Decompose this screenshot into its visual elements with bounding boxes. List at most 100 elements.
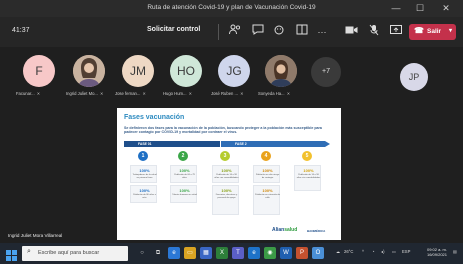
stage-description: Trabajadores de la salud en primera líne… [132, 174, 157, 179]
stage-description: Población de 16 a 59 años sin comorbilid… [296, 174, 321, 179]
stage-box: 100% Población en alto riesgo de contagi… [253, 165, 280, 183]
edge-browser-icon[interactable]: e [248, 247, 260, 259]
stage-percent: 100% [303, 168, 314, 173]
edge-app-icon[interactable]: e [168, 247, 180, 259]
slide-title: Fases vacunación [124, 114, 185, 121]
stage-number: 1 [138, 151, 148, 161]
share-screen-icon[interactable] [388, 24, 404, 40]
participants-strip: F Facunar... ✕ Ingrid Juliet Mo... ✕ JM … [0, 47, 463, 106]
close-window-button[interactable]: ✕ [437, 1, 455, 16]
stage-number: 3 [220, 151, 230, 161]
participant-name: Facunar... ✕ [16, 91, 41, 96]
stage-column: 1 100% Trabajadores de la salud en prime… [129, 151, 158, 229]
participant-name: Jose fernan... ✕ [115, 91, 147, 96]
participant-name: José Ruben ... ✕ [211, 91, 244, 96]
more-actions-button[interactable]: ··· [314, 24, 330, 40]
stage-percent: 100% [179, 188, 190, 193]
participant-tile[interactable]: JG José Ruben ... ✕ [211, 51, 257, 104]
maximize-button[interactable]: ☐ [411, 1, 429, 16]
stage-percent: 100% [139, 168, 150, 173]
mic-off-icon: ✕ [187, 91, 193, 96]
meeting-timer: 41:37 [12, 27, 30, 34]
leave-meeting-button[interactable]: ☎ Salir ▾ [409, 24, 456, 40]
network-icon[interactable]: ◔ [372, 249, 375, 254]
shared-slide: Fases vacunación Se definieron dos fases… [117, 108, 341, 240]
notifications-icon[interactable]: ▤ [453, 249, 457, 254]
mic-off-icon: ✕ [98, 91, 104, 96]
stage-box: 100% Población de 60 a 79 años [170, 165, 197, 183]
store-app-icon[interactable]: ▦ [200, 247, 212, 259]
toolbar-divider [218, 24, 219, 40]
chat-icon[interactable] [250, 24, 266, 40]
excel-app-icon[interactable]: X [216, 247, 228, 259]
participant-tile[interactable]: Ingrid Juliet Mo... ✕ [66, 51, 112, 104]
volume-icon[interactable]: ◂) [381, 249, 385, 254]
stage-column: 4 100% Población en alto riesgo de conta… [252, 151, 281, 229]
cortana-icon[interactable]: ○ [136, 247, 148, 259]
chevron-down-icon: ▾ [448, 28, 452, 34]
participant-tile[interactable]: F Facunar... ✕ [16, 51, 62, 104]
stage-box: 100% Población de 16 a 59 años sin comor… [294, 165, 321, 191]
window-title-bar: Ruta de atención Covid-19 y plan de Vacu… [0, 0, 463, 17]
word-app-icon[interactable]: W [280, 247, 292, 259]
windows-taskbar: ⌕ Escribe aquí para buscar ○ ⧉ e ▭ ▦ X T… [0, 243, 463, 264]
stage-description: Población de 60 a 79 años [174, 174, 195, 179]
participant-tile[interactable]: JM Jose fernan... ✕ [115, 51, 161, 104]
participant-avatar: JM [122, 55, 154, 87]
windows-start-icon[interactable] [6, 248, 17, 261]
stage-number: 2 [178, 151, 188, 161]
search-placeholder: Escribe aquí para buscar [38, 250, 100, 256]
weather-temp[interactable]: 26°C [344, 249, 353, 254]
search-icon: ⌕ [27, 248, 31, 255]
language-indicator[interactable]: ESP [402, 249, 410, 254]
stage-box: 100% Docentes, directivos y personal de … [212, 185, 239, 215]
meeting-toolbar: 41:37 Solicitar control ··· ☎ Salir ▾ [0, 17, 463, 47]
stage-percent: 100% [262, 188, 273, 193]
stage-percent: 100% [221, 168, 232, 173]
reactions-icon[interactable] [272, 24, 288, 40]
participant-tile[interactable]: HO Hugo Hum... ✕ [163, 51, 209, 104]
more-participants-button[interactable]: +7 [311, 57, 341, 87]
taskbar-search-input[interactable]: ⌕ Escribe aquí para buscar [22, 246, 128, 261]
mic-off-icon[interactable] [366, 24, 382, 40]
minimize-button[interactable]: — [387, 1, 405, 16]
stage-percent: 100% [221, 188, 232, 193]
stage-box: 100% Talento humano en salud [170, 185, 197, 203]
weather-icon[interactable]: ☁ [336, 249, 340, 254]
stage-description: Docentes, directivos y personal de apoyo [215, 194, 238, 199]
file-explorer-icon[interactable]: ▭ [184, 247, 196, 259]
stage-description: Población en alto riesgo de contagio [255, 174, 280, 179]
phase-1-bar: FASE 01 [124, 141, 220, 147]
rooms-icon[interactable] [294, 24, 310, 40]
stage-number: 5 [302, 151, 312, 161]
participants-icon[interactable] [227, 24, 243, 40]
leave-label: Salir [427, 28, 442, 35]
taskbar-clock[interactable]: 09:02 a. m. 16/09/2021 [424, 247, 450, 257]
tray-chevron-up-icon[interactable]: ^ [362, 249, 364, 254]
stage-box: 100% Población de 80 años o más [130, 185, 157, 203]
teams-app-icon[interactable]: T [232, 247, 244, 259]
presenter-name: Ingrid Juliet Mora Villarreal [8, 233, 63, 238]
stage-description: Talento humano en salud [172, 194, 197, 196]
camera-icon[interactable] [343, 24, 359, 40]
request-control-button[interactable]: Solicitar control [147, 26, 200, 33]
slide-subtitle: Se definieron dos fases para la vacunaci… [124, 126, 322, 135]
battery-icon[interactable]: ▭ [392, 249, 396, 254]
phase-2-bar: FASE 2 [221, 141, 325, 147]
task-view-icon[interactable]: ⧉ [152, 247, 164, 259]
mic-off-icon: ✕ [285, 91, 291, 96]
banmedica-logo: BANMÉDICA [307, 229, 326, 233]
stage-column: 2 100% Población de 60 a 79 años 100% Ta… [169, 151, 198, 229]
outlook-app-icon[interactable]: O [312, 247, 324, 259]
mic-off-icon: ✕ [141, 91, 147, 96]
stage-box: 100% Trabajadores de la salud en primera… [130, 165, 157, 183]
powerpoint-app-icon[interactable]: P [296, 247, 308, 259]
stage-description: Población de 80 años o más [133, 194, 156, 199]
stage-box: 100% Población en situación de calle [253, 185, 280, 215]
participant-tile[interactable]: Sonyeda Ha... ✕ [258, 51, 304, 104]
participant-name: Ingrid Juliet Mo... ✕ [66, 91, 104, 96]
chrome-app-icon[interactable]: ◉ [264, 247, 276, 259]
self-avatar[interactable]: JP [400, 63, 428, 91]
stage-description: Población en situación de calle [255, 194, 280, 199]
participant-photo [73, 55, 105, 87]
